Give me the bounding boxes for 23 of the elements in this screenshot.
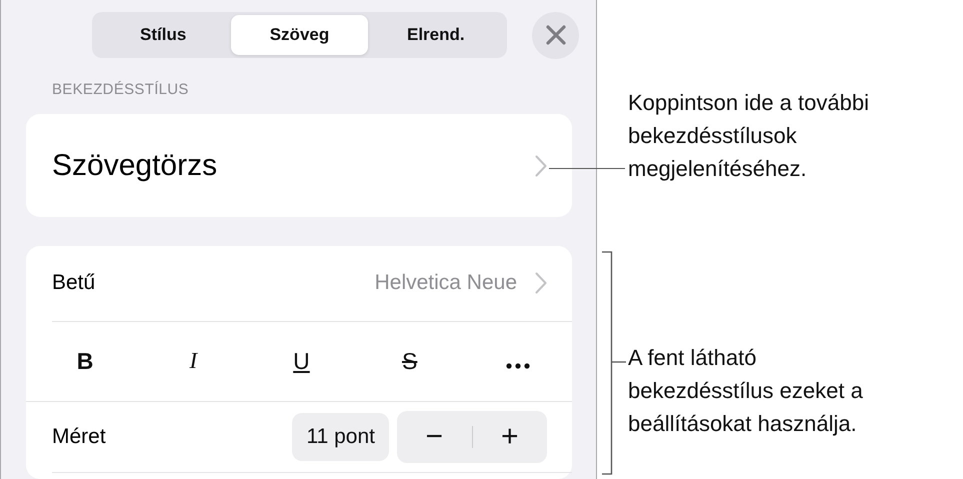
tab[interactable]: Elrend.	[368, 15, 504, 55]
more-icon	[506, 362, 530, 369]
close-icon	[544, 24, 566, 46]
size-value: 11 pont	[292, 412, 389, 461]
tab[interactable]: Szöveg	[231, 15, 368, 55]
tab[interactable]: Stílus	[95, 15, 232, 55]
row-label: Betű	[52, 271, 96, 296]
paragraph-style-row[interactable]: Szövegtörzs	[26, 114, 572, 217]
row-label: Méret	[52, 424, 106, 449]
callout-text: Koppintson ide a további bekezdésstílusok megjelenítéséhez.	[628, 89, 869, 183]
font-name: Helvetica Neue	[374, 271, 517, 296]
close-button[interactable]	[532, 12, 579, 58]
decrease-button[interactable]: −	[397, 410, 472, 463]
strikethrough-button[interactable]: S	[380, 341, 440, 382]
bold-button[interactable]: B	[55, 341, 116, 382]
section-header: BEKEZDÉSSTÍLUS	[52, 81, 190, 100]
italic-button[interactable]: I	[163, 341, 224, 382]
chevron-icon	[535, 154, 547, 177]
paragraph-style-name: Szövegtörzs	[52, 148, 218, 183]
chevron-icon	[535, 272, 547, 294]
underline-button[interactable]: U	[271, 341, 332, 382]
increase-button[interactable]: +	[472, 410, 547, 463]
callout-text: A fent látható bekezdésstílus ezeket a beállításokat használja.	[628, 344, 863, 438]
